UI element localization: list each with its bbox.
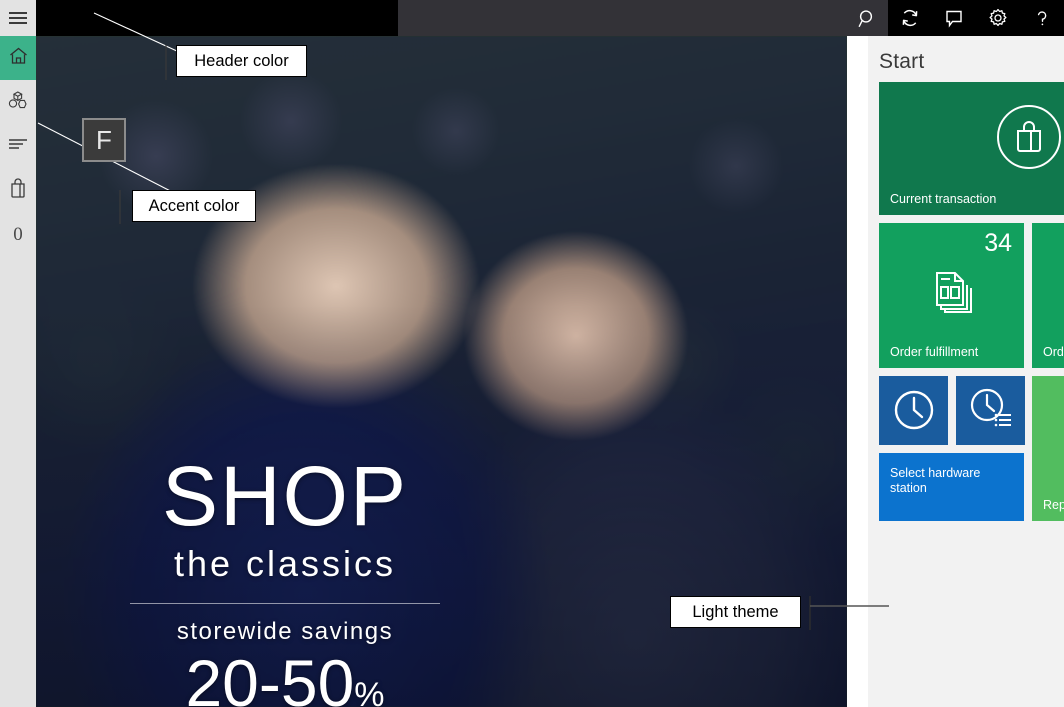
callout-header-color-label: Header color — [194, 51, 289, 70]
tile-count-badge: 34 — [984, 229, 1012, 257]
app-header — [0, 0, 1064, 36]
hamburger-menu-button[interactable] — [0, 0, 36, 36]
callout-header-color: Header color — [176, 45, 307, 77]
callout-light-theme: Light theme — [670, 596, 801, 628]
hamburger-menu-icon — [9, 12, 27, 24]
tile-order-fulfillment[interactable]: 34 Order fulfillment — [879, 223, 1024, 368]
settings-gear-icon[interactable] — [976, 0, 1020, 36]
tile-reports[interactable]: Reports — [1032, 376, 1064, 521]
callout-accent-color-label: Accent color — [148, 196, 240, 215]
accent-color-swatch: F — [82, 118, 126, 162]
ad-tagline: storewide savings — [176, 617, 394, 645]
shopping-bag-circle-icon — [879, 104, 1064, 170]
header-icon-bar — [846, 0, 1064, 36]
tile-label: Order lookup — [1043, 345, 1064, 359]
home-icon — [9, 47, 28, 70]
tile-order-lookup[interactable]: Order lookup — [1032, 223, 1064, 368]
tile-label: Order fulfillment — [890, 345, 979, 359]
header-mid-band — [398, 0, 878, 36]
start-panel-title: Start — [879, 50, 925, 73]
ad-headline: SHOP — [161, 449, 409, 543]
ad-discount: 20-50% — [120, 650, 450, 707]
help-icon[interactable] — [1020, 0, 1064, 36]
ad-discount-value: 20-50 — [185, 645, 355, 707]
tile-time-clock[interactable] — [879, 376, 948, 445]
list-lines-icon — [8, 137, 28, 155]
tile-label: Reports — [1043, 498, 1064, 512]
tile-label: Select hardware station — [890, 466, 981, 495]
tile-label: Current transaction — [890, 192, 997, 206]
tile-select-hardware-station[interactable]: Select hardware station — [879, 453, 1024, 521]
shopping-bag-icon — [9, 177, 27, 203]
app-window: SHOP the classics storewide savings 20-5… — [0, 0, 1064, 707]
ad-discount-unit: % — [354, 675, 385, 707]
sidebar-item-count[interactable]: 0 — [0, 212, 36, 256]
left-navigation-rail: 0 — [0, 36, 36, 707]
clock-list-icon — [956, 385, 1025, 435]
products-cubes-icon — [8, 90, 28, 114]
feedback-icon[interactable] — [932, 0, 976, 36]
refresh-icon[interactable] — [888, 0, 932, 36]
callout-light-theme-label: Light theme — [692, 602, 779, 621]
start-panel: Start Current transaction 34 Order fulfi… — [868, 36, 1064, 707]
tile-time-clock-entries[interactable] — [956, 376, 1025, 445]
callout-accent-color: Accent color — [132, 190, 256, 222]
search-icon[interactable] — [846, 0, 888, 36]
accent-color-swatch-letter: F — [96, 124, 112, 155]
document-stack-icon — [879, 267, 1024, 313]
ad-divider — [130, 602, 440, 604]
sidebar-item-count-label: 0 — [13, 223, 23, 245]
sidebar-item-list[interactable] — [0, 124, 36, 168]
ad-subhead: the classics — [173, 542, 397, 584]
sidebar-item-bag[interactable] — [0, 168, 36, 212]
sidebar-item-home[interactable] — [0, 36, 36, 80]
sidebar-item-products[interactable] — [0, 80, 36, 124]
clock-icon — [879, 387, 948, 433]
advertisement-copy: SHOP the classics storewide savings 20-5… — [120, 449, 450, 707]
tile-current-transaction[interactable]: Current transaction — [879, 82, 1064, 215]
